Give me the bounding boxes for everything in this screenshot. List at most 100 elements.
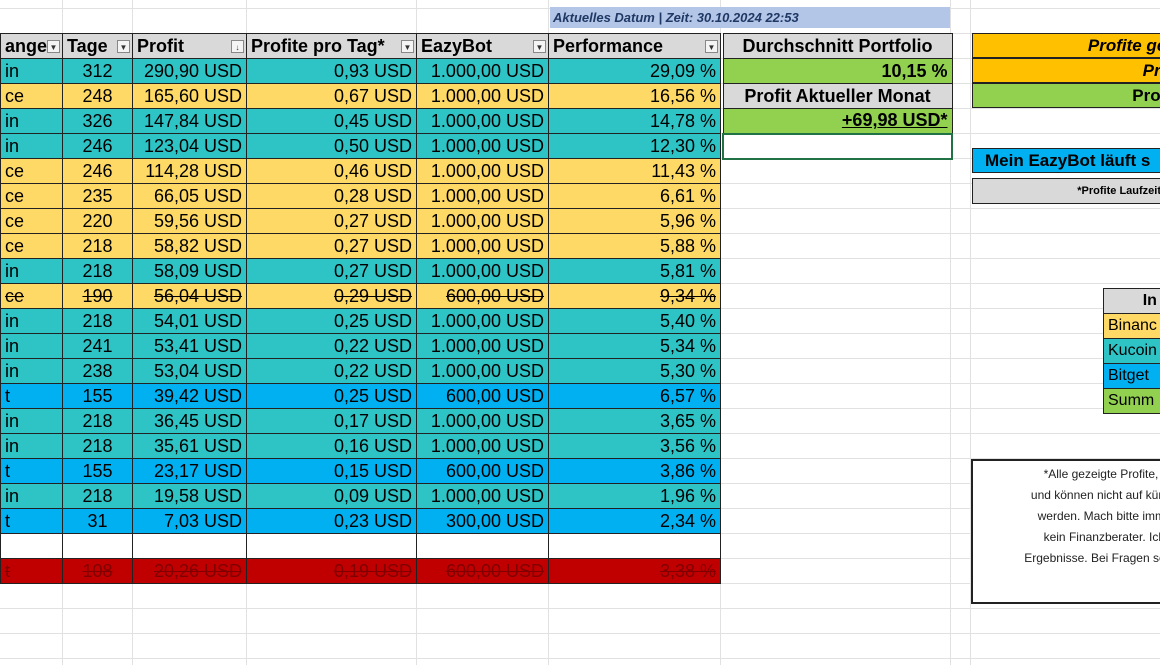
eazybot-cell[interactable]: 1.000,00 USD <box>416 483 549 509</box>
filter-dropdown-icon[interactable]: ▼ <box>533 40 546 53</box>
exchange-cell[interactable]: in <box>0 308 63 334</box>
performance-cell[interactable]: 6,57 % <box>548 383 721 409</box>
exchange-cell[interactable]: t <box>0 458 63 484</box>
eazybot-cell[interactable]: 1.000,00 USD <box>416 133 549 159</box>
performance-cell[interactable]: 1,96 % <box>548 483 721 509</box>
exchange-cell[interactable]: ce <box>0 183 63 209</box>
performance-cell[interactable]: 5,88 % <box>548 233 721 259</box>
profit-cell[interactable]: 147,84 USD <box>132 108 247 134</box>
days-cell[interactable]: 220 <box>62 208 133 234</box>
table-row[interactable]: ce 218 58,82 USD 0,27 USD 1.000,00 USD 5,88 % <box>0 233 721 259</box>
performance-cell[interactable]: 6,61 % <box>548 183 721 209</box>
monthly-profit-value[interactable]: +69,98 USD* <box>842 110 948 130</box>
exchange-cell[interactable]: ce <box>0 83 63 109</box>
profit-per-day-cell[interactable] <box>246 533 417 559</box>
performance-cell[interactable]: 5,81 % <box>548 258 721 284</box>
table-row[interactable]: ce 190 56,04 USD 0,29 USD 600,00 USD 9,34 % <box>0 283 721 309</box>
eazybot-cell[interactable]: 1.000,00 USD <box>416 83 549 109</box>
profit-cell[interactable]: 290,90 USD <box>132 58 247 84</box>
exchange-cell[interactable]: in <box>0 333 63 359</box>
filter-dropdown-icon[interactable]: ▼ <box>117 40 130 53</box>
exchange-cell[interactable]: t <box>0 508 63 534</box>
profit-cell[interactable]: 58,09 USD <box>132 258 247 284</box>
profit-per-day-cell[interactable]: 0,93 USD <box>246 58 417 84</box>
table-row[interactable]: ce 235 66,05 USD 0,28 USD 1.000,00 USD 6,61 % <box>0 183 721 209</box>
selected-cell[interactable] <box>722 132 953 160</box>
performance-cell[interactable]: 12,30 % <box>548 133 721 159</box>
profit-per-day-cell[interactable]: 0,45 USD <box>246 108 417 134</box>
performance-cell[interactable]: 5,34 % <box>548 333 721 359</box>
eazybot-cell[interactable]: 1.000,00 USD <box>416 408 549 434</box>
performance-cell[interactable]: 14,78 % <box>548 108 721 134</box>
profit-cell[interactable]: 19,58 USD <box>132 483 247 509</box>
average-portfolio-label[interactable]: Durchschnitt Portfolio <box>722 33 953 59</box>
legend-item[interactable]: Binanc <box>1103 313 1160 339</box>
days-cell[interactable]: 108 <box>62 558 133 584</box>
table-row[interactable]: in 218 19,58 USD 0,09 USD 1.000,00 USD 1,96 % <box>0 483 721 509</box>
eazybot-cell[interactable]: 300,00 USD <box>416 508 549 534</box>
exchange-cell[interactable]: in <box>0 408 63 434</box>
info-box-profits[interactable]: Profite gel <box>972 33 1160 58</box>
profit-cell[interactable]: 165,60 USD <box>132 83 247 109</box>
profit-per-day-cell[interactable]: 0,23 USD <box>246 508 417 534</box>
profit-per-day-cell[interactable]: 0,09 USD <box>246 483 417 509</box>
eazybot-cell[interactable]: 600,00 USD <box>416 383 549 409</box>
profit-cell[interactable]: 114,28 USD <box>132 158 247 184</box>
eazybot-cell[interactable]: 1.000,00 USD <box>416 433 549 459</box>
eazybot-cell[interactable]: 1.000,00 USD <box>416 308 549 334</box>
exchange-cell[interactable]: in <box>0 433 63 459</box>
days-cell[interactable]: 31 <box>62 508 133 534</box>
exchange-cell[interactable]: in <box>0 483 63 509</box>
profit-per-day-cell[interactable]: 0,27 USD <box>246 258 417 284</box>
table-row[interactable]: t 155 39,42 USD 0,25 USD 600,00 USD 6,57 % <box>0 383 721 409</box>
profit-cell[interactable]: 23,17 USD <box>132 458 247 484</box>
table-row[interactable]: t 155 23,17 USD 0,15 USD 600,00 USD 3,86 % <box>0 458 721 484</box>
exchange-cell[interactable]: ce <box>0 283 63 309</box>
table-row[interactable]: in 218 36,45 USD 0,17 USD 1.000,00 USD 3,65 % <box>0 408 721 434</box>
table-row[interactable]: ce 220 59,56 USD 0,27 USD 1.000,00 USD 5,96 % <box>0 208 721 234</box>
table-row[interactable]: in 246 123,04 USD 0,50 USD 1.000,00 USD 12,30… <box>0 133 721 159</box>
profit-cell[interactable]: 123,04 USD <box>132 133 247 159</box>
profit-per-day-cell[interactable]: 0,28 USD <box>246 183 417 209</box>
eazybot-cell[interactable]: 1.000,00 USD <box>416 258 549 284</box>
performance-cell[interactable] <box>548 533 721 559</box>
table-row[interactable]: in 238 53,04 USD 0,22 USD 1.000,00 USD 5,30 % <box>0 358 721 384</box>
performance-cell[interactable]: 11,43 % <box>548 158 721 184</box>
table-row[interactable]: t 108 20,26 USD 0,19 USD 600,00 USD 3,38 % <box>0 558 721 584</box>
performance-cell[interactable]: 3,56 % <box>548 433 721 459</box>
days-cell[interactable]: 218 <box>62 408 133 434</box>
info-box-pro[interactable]: Pro <box>972 58 1160 83</box>
days-cell[interactable]: 248 <box>62 83 133 109</box>
eazybot-cell[interactable]: 600,00 USD <box>416 558 549 584</box>
performance-cell[interactable]: 2,34 % <box>548 508 721 534</box>
days-cell[interactable]: 190 <box>62 283 133 309</box>
eazybot-cell[interactable]: 1.000,00 USD <box>416 233 549 259</box>
days-cell[interactable]: 312 <box>62 58 133 84</box>
table-row[interactable] <box>0 533 721 559</box>
eazybot-cell[interactable]: 600,00 USD <box>416 283 549 309</box>
table-row[interactable]: in 241 53,41 USD 0,22 USD 1.000,00 USD 5,34 % <box>0 333 721 359</box>
col-header-profit[interactable]: Profit ↓ <box>132 33 247 59</box>
profit-cell[interactable]: 59,56 USD <box>132 208 247 234</box>
eazybot-running-box[interactable]: Mein EazyBot läuft s <box>972 148 1160 173</box>
col-header-eazybot[interactable]: EazyBot ▼ <box>416 33 549 59</box>
profit-cell[interactable]: 7,03 USD <box>132 508 247 534</box>
table-row[interactable]: in 218 35,61 USD 0,16 USD 1.000,00 USD 3,56 % <box>0 433 721 459</box>
profit-per-day-cell[interactable]: 0,46 USD <box>246 158 417 184</box>
table-row[interactable]: ce 246 114,28 USD 0,46 USD 1.000,00 USD 11,43… <box>0 158 721 184</box>
days-cell[interactable]: 246 <box>62 133 133 159</box>
table-row[interactable]: ce 248 165,60 USD 0,67 USD 1.000,00 USD 16,56… <box>0 83 721 109</box>
profit-cell[interactable]: 36,45 USD <box>132 408 247 434</box>
profit-per-day-cell[interactable]: 0,27 USD <box>246 208 417 234</box>
eazybot-cell[interactable]: 1.000,00 USD <box>416 58 549 84</box>
profit-per-day-cell[interactable]: 0,29 USD <box>246 283 417 309</box>
days-cell[interactable]: 246 <box>62 158 133 184</box>
profit-per-day-cell[interactable]: 0,16 USD <box>246 433 417 459</box>
filter-dropdown-icon[interactable]: ▼ <box>401 40 414 53</box>
days-cell[interactable]: 218 <box>62 233 133 259</box>
table-row[interactable]: in 218 54,01 USD 0,25 USD 1.000,00 USD 5,40 % <box>0 308 721 334</box>
profit-cell[interactable]: 54,01 USD <box>132 308 247 334</box>
info-box-profit[interactable]: Profi <box>972 83 1160 108</box>
profit-per-day-cell[interactable]: 0,17 USD <box>246 408 417 434</box>
monthly-profit-label[interactable]: Profit Aktueller Monat <box>722 83 953 109</box>
